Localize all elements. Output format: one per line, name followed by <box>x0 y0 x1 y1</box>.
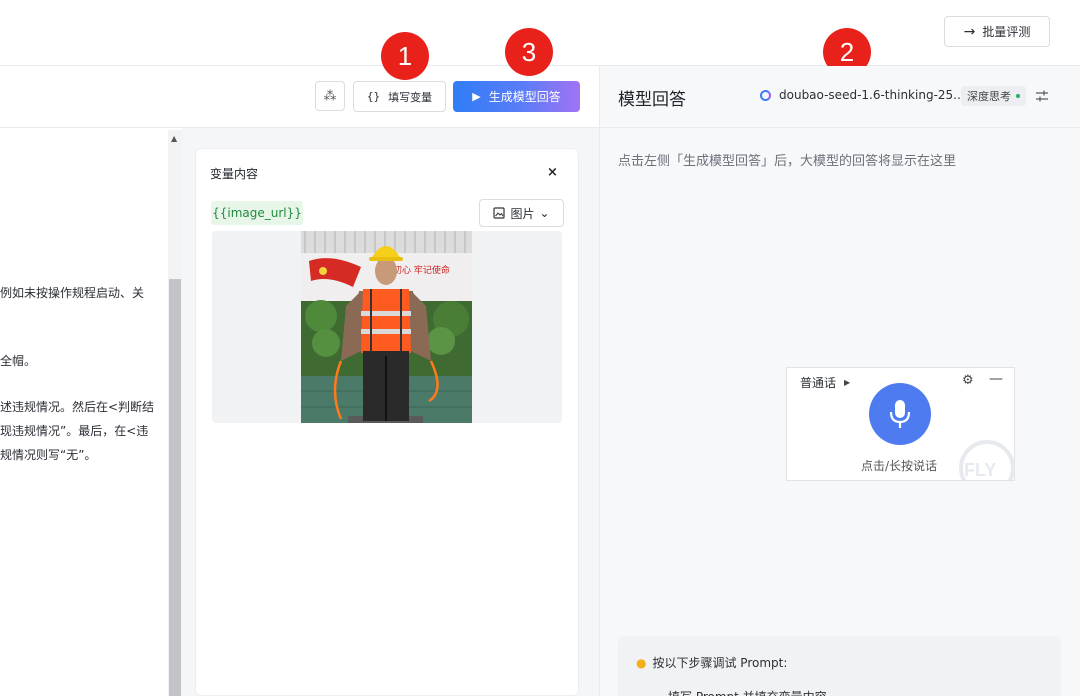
fill-variables-label: 填写变量 <box>388 90 433 104</box>
response-placeholder: 点击左侧「生成模型回答」后，大模型的回答将显示在这里 <box>618 154 957 169</box>
caret-right-icon: ▶ <box>844 378 851 387</box>
model-selector[interactable]: doubao-seed-1.6-thinking-25... <box>760 88 965 102</box>
variable-type-label: 图片 <box>510 206 535 221</box>
generate-answer-label: 生成模型回答 <box>488 90 561 104</box>
photo-sign-text: 初心 牢记使命 <box>393 264 450 276</box>
voice-minimize-icon[interactable]: — <box>989 371 1003 387</box>
sparkle-icon: ⁂ <box>323 88 337 104</box>
batch-evaluate-label: 批量评测 <box>982 25 1031 39</box>
editor-scrollbar-thumb[interactable] <box>169 279 181 696</box>
model-logo-icon <box>760 89 771 101</box>
editor-line: 规情况则写“无”。 <box>0 448 97 462</box>
tips-step: 填写 Prompt 并填充变量内容 <box>668 688 827 696</box>
voice-language-select[interactable]: 普通话 ▶ <box>800 374 850 391</box>
magic-wand-button[interactable]: ⁂ <box>315 81 345 111</box>
status-dot-icon <box>1016 94 1020 98</box>
variable-tag-image-url: {{image_url}} <box>211 201 303 225</box>
tips-title: ● 按以下步骤调试 Prompt: <box>636 654 787 671</box>
editor-line: 例如未按操作规程启动、关 <box>0 286 145 300</box>
uploaded-image[interactable]: 初心 牢记使命 <box>301 231 472 423</box>
worker-photo-illustration: 初心 牢记使命 <box>301 231 472 423</box>
arrow-right-icon: → <box>963 23 976 40</box>
chevron-down-icon: ⌄ <box>539 206 550 220</box>
editor-line: 述违规情况。然后在<判断结 <box>0 400 155 414</box>
microphone-button[interactable] <box>869 383 931 445</box>
ifly-watermark: iFLY <box>957 436 1015 480</box>
ifly-watermark-text: iFLY <box>959 460 996 480</box>
image-icon <box>493 207 506 219</box>
response-title: 模型回答 <box>618 90 686 110</box>
annotation-badge-3: 3 <box>505 28 553 76</box>
tips-title-label: 按以下步骤调试 Prompt: <box>652 656 788 670</box>
microphone-icon <box>889 400 911 428</box>
voice-settings-icon[interactable]: ⚙ <box>962 373 974 388</box>
batch-evaluate-button[interactable]: → 批量评测 <box>944 16 1050 47</box>
prompt-editor[interactable]: 例如未按操作规程启动、关 全帽。 述违规情况。然后在<判断结 现违规情况”。最后… <box>0 128 182 696</box>
generate-answer-button[interactable]: ▶ 生成模型回答 <box>453 81 580 112</box>
close-variables-button[interactable]: × <box>547 165 558 180</box>
fill-variables-button[interactable]: {} 填写变量 <box>353 81 446 112</box>
sliders-icon[interactable] <box>1034 88 1050 104</box>
editor-line: 全帽。 <box>0 354 37 368</box>
lightbulb-icon: ● <box>636 655 647 670</box>
scroll-up-arrow-icon[interactable]: ▲ <box>171 134 177 143</box>
deep-think-toggle[interactable]: 深度思考 <box>961 86 1026 106</box>
variable-type-select[interactable]: 图片 ⌄ <box>479 199 564 227</box>
voice-hint: 点击/长按说话 <box>861 459 938 473</box>
braces-icon: {} <box>366 90 381 103</box>
model-name-label: doubao-seed-1.6-thinking-25... <box>779 88 965 102</box>
annotation-badge-1: 1 <box>381 32 429 80</box>
variables-title: 变量内容 <box>210 167 259 181</box>
deep-think-label: 深度思考 <box>967 90 1011 103</box>
voice-language-label: 普通话 <box>800 376 837 390</box>
play-icon: ▶ <box>472 90 481 103</box>
editor-line: 现违规情况”。最后，在<违 <box>0 424 149 438</box>
